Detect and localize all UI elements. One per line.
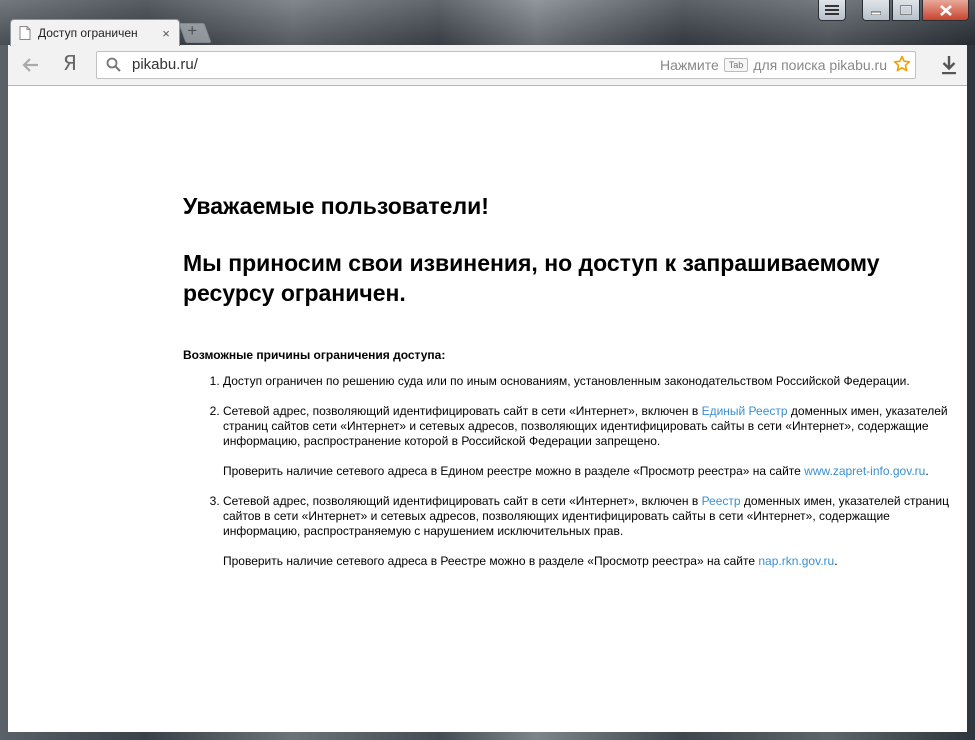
close-window-button[interactable]: [922, 0, 969, 21]
window-controls: [818, 0, 969, 21]
search-hint: Нажмите Tab для поиска pikabu.ru: [660, 57, 887, 73]
reason-3-text: Сетевой адрес, позволяющий идентифициров…: [223, 494, 963, 539]
yandex-button[interactable]: Я: [63, 51, 77, 75]
registry-link[interactable]: Реестр: [702, 494, 741, 508]
apology-heading: Мы приносим свои извинения, но доступ к …: [183, 250, 880, 306]
reason-1-text: Доступ ограничен по решению суда или по …: [223, 374, 910, 388]
bookmark-star-icon[interactable]: [893, 55, 911, 73]
page-icon: [19, 26, 31, 40]
plus-icon: +: [187, 21, 198, 40]
tab-active[interactable]: Доступ ограничен ×: [10, 19, 180, 46]
reasons-list: Доступ ограничен по решению суда или по …: [183, 374, 963, 569]
reason-3-check-before: Проверить наличие сетевого адреса в Реес…: [223, 554, 759, 568]
address-bar[interactable]: pikabu.ru/ Нажмите Tab для поиска pikabu…: [96, 51, 916, 79]
hint-press: Нажмите: [660, 57, 719, 73]
download-icon[interactable]: [941, 55, 957, 75]
reason-2-check-before: Проверить наличие сетевого адреса в Един…: [223, 464, 805, 478]
minimize-icon: [871, 11, 881, 15]
tab-title: Доступ ограничен: [38, 26, 138, 40]
reason-2-check-after: .: [925, 464, 929, 478]
reason-2-check: Проверить наличие сетевого адреса в Един…: [223, 464, 963, 479]
url-text[interactable]: pikabu.ru/: [132, 56, 198, 73]
reasons-title: Возможные причины ограничения доступа:: [183, 348, 446, 362]
reason-2-before: Сетевой адрес, позволяющий идентифициров…: [223, 404, 702, 418]
tab-close-icon[interactable]: ×: [159, 26, 173, 41]
reason-item-2: Сетевой адрес, позволяющий идентифициров…: [223, 404, 963, 479]
back-arrow-icon[interactable]: [22, 56, 40, 74]
maximize-button[interactable]: [892, 0, 920, 21]
toolbar: Я pikabu.ru/ Нажмите Tab для поиска pika…: [8, 45, 967, 86]
hint-search: для поиска pikabu.ru: [753, 57, 887, 73]
menu-button[interactable]: [818, 0, 846, 21]
block-message: Уважаемые пользователи! Мы приносим свои…: [183, 191, 963, 584]
reason-3-check-after: .: [834, 554, 838, 568]
reason-2-text: Сетевой адрес, позволяющий идентифициров…: [223, 404, 963, 449]
minimize-button[interactable]: [862, 0, 890, 21]
search-icon: [106, 57, 121, 72]
hamburger-icon: [825, 5, 839, 15]
close-icon: [939, 4, 952, 16]
tab-key-badge: Tab: [723, 58, 749, 72]
maximize-icon: [900, 5, 912, 15]
reason-3-before: Сетевой адрес, позволяющий идентифициров…: [223, 494, 702, 508]
unified-registry-link[interactable]: Единый Реестр: [702, 404, 788, 418]
page-content: Уважаемые пользователи! Мы приносим свои…: [8, 86, 967, 732]
reason-item-1: Доступ ограничен по решению суда или по …: [223, 374, 963, 389]
zapret-info-link[interactable]: www.zapret-info.gov.ru: [804, 464, 925, 478]
greeting-heading: Уважаемые пользователи!: [183, 193, 489, 219]
reason-3-check: Проверить наличие сетевого адреса в Реес…: [223, 554, 963, 569]
nap-rkn-link[interactable]: nap.rkn.gov.ru: [758, 554, 834, 568]
reason-item-3: Сетевой адрес, позволяющий идентифициров…: [223, 494, 963, 569]
